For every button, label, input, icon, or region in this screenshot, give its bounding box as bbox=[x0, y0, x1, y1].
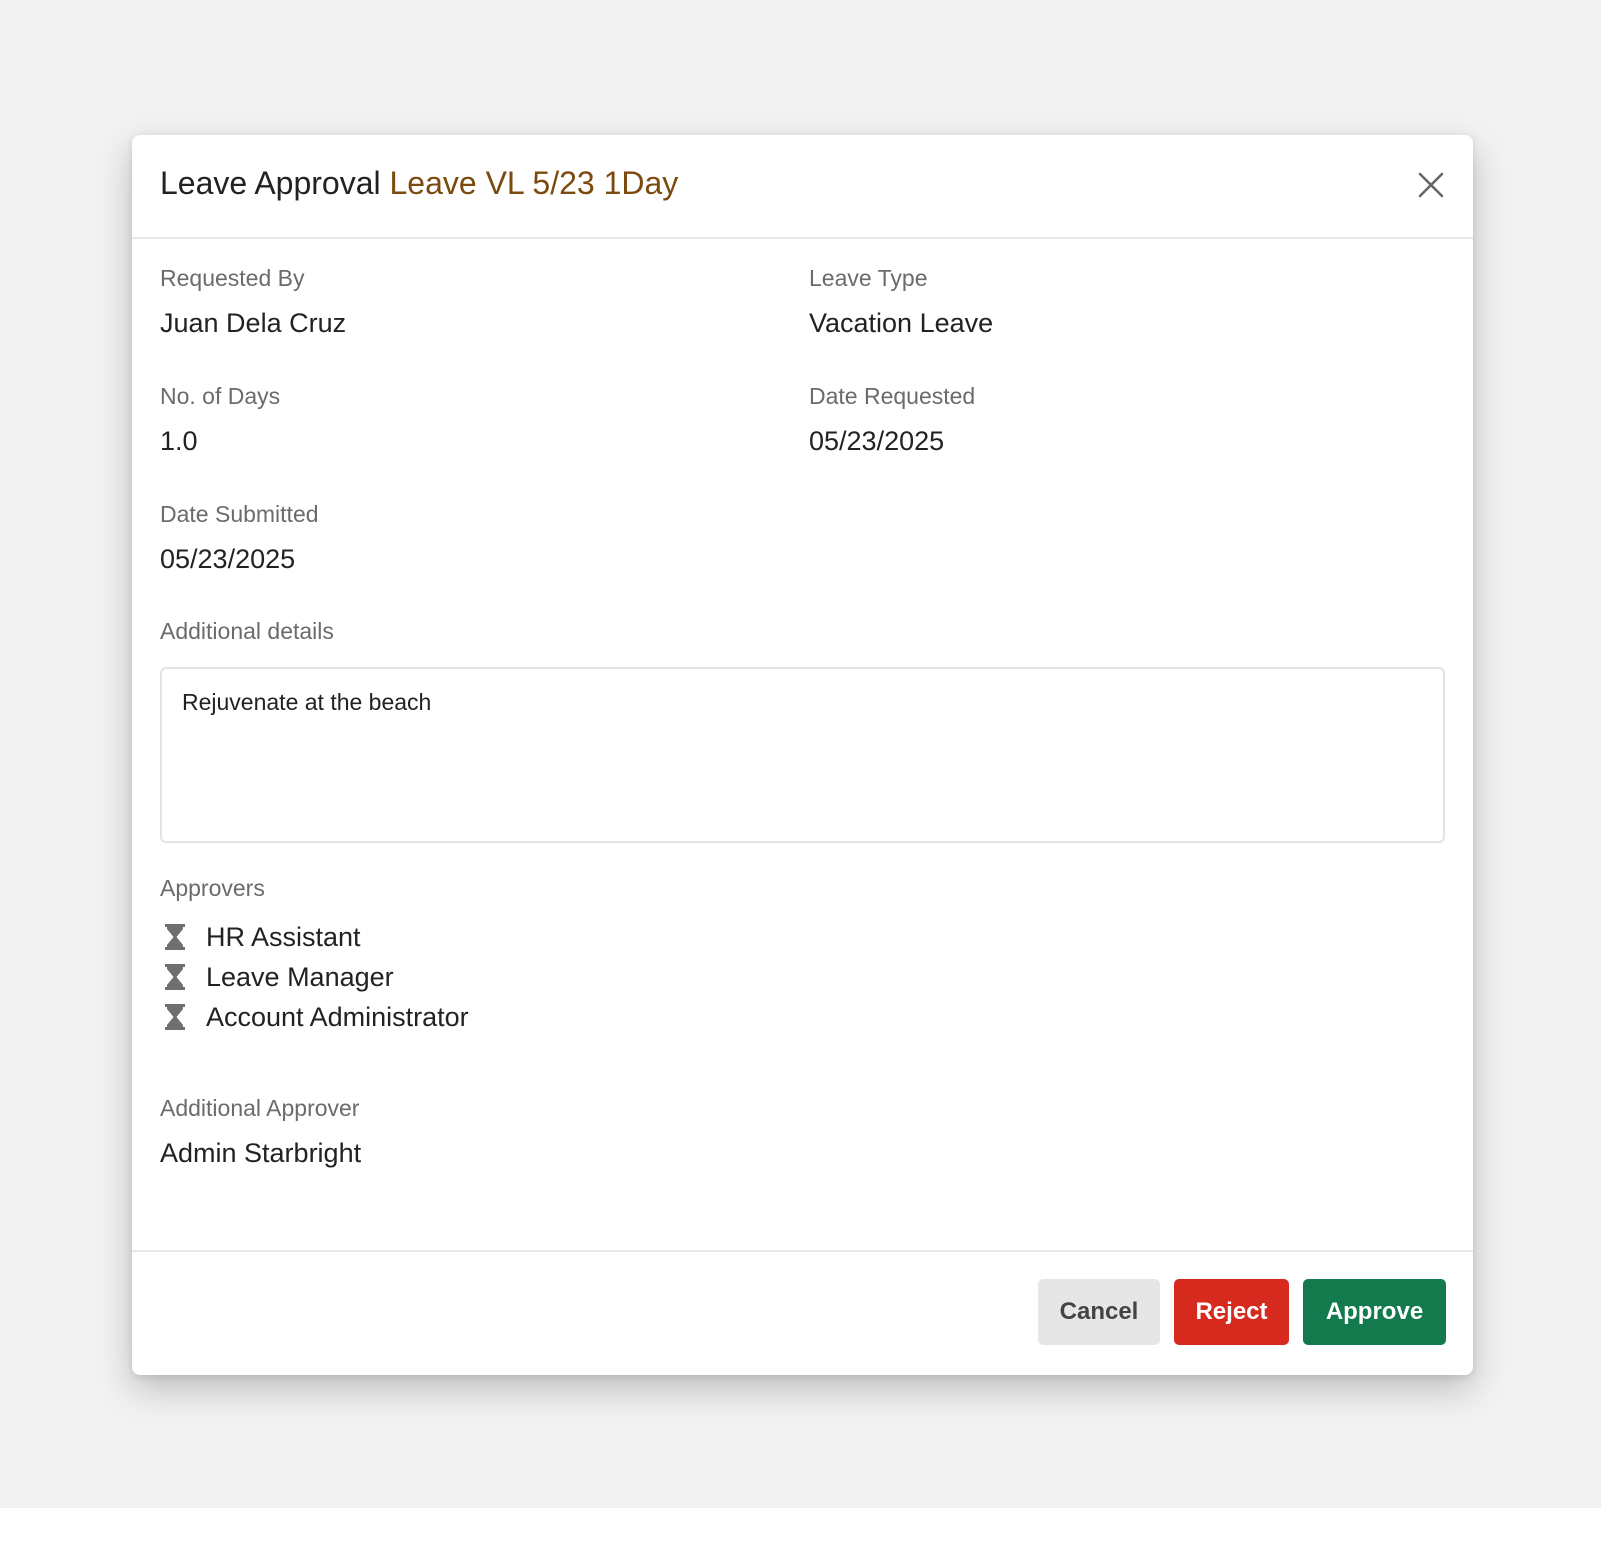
approve-button[interactable]: Approve bbox=[1303, 1279, 1446, 1345]
hourglass-icon bbox=[165, 924, 185, 950]
leave-type-value: Vacation Leave bbox=[809, 308, 994, 338]
approvers-label: Approvers bbox=[160, 875, 265, 901]
modal-title-text: Leave Approval bbox=[160, 165, 381, 201]
additional-approver-label: Additional Approver bbox=[160, 1095, 360, 1121]
approvers-section: Approvers bbox=[160, 875, 265, 902]
hourglass-icon bbox=[165, 964, 185, 990]
modal-footer: Cancel Reject Approve bbox=[132, 1250, 1473, 1375]
approver-name: Leave Manager bbox=[206, 961, 394, 992]
date-submitted-field: Date Submitted 05/23/2025 bbox=[160, 501, 319, 575]
no-of-days-label: No. of Days bbox=[160, 383, 281, 409]
date-requested-field: Date Requested 05/23/2025 bbox=[809, 383, 975, 457]
approver-name: HR Assistant bbox=[206, 921, 361, 952]
additional-details-textarea[interactable]: Rejuvenate at the beach bbox=[160, 667, 1445, 843]
leave-approval-modal: Leave Approval Leave VL 5/23 1Day Reques… bbox=[132, 135, 1473, 1375]
date-submitted-value: 05/23/2025 bbox=[160, 544, 296, 574]
leave-type-field: Leave Type Vacation Leave bbox=[809, 265, 993, 339]
additional-approver-field: Additional Approver Admin Starbright bbox=[160, 1095, 361, 1169]
modal-header: Leave Approval Leave VL 5/23 1Day bbox=[132, 135, 1473, 239]
close-button[interactable] bbox=[1411, 165, 1451, 205]
date-requested-label: Date Requested bbox=[809, 383, 976, 409]
modal-title: Leave Approval Leave VL 5/23 1Day bbox=[160, 165, 678, 202]
additional-details-field: Additional details bbox=[160, 618, 334, 645]
leave-name: Leave VL 5/23 1Day bbox=[389, 165, 679, 201]
additional-approver-value: Admin Starbright bbox=[160, 1138, 362, 1168]
approver-item: HR Assistant bbox=[160, 917, 469, 957]
no-of-days-field: No. of Days 1.0 bbox=[160, 383, 280, 457]
approver-item: Leave Manager bbox=[160, 957, 469, 997]
requested-by-value: Juan Dela Cruz bbox=[160, 308, 347, 338]
reject-button[interactable]: Reject bbox=[1174, 1279, 1289, 1345]
requested-by-label: Requested By bbox=[160, 265, 305, 291]
hourglass-icon bbox=[165, 1004, 185, 1030]
date-requested-value: 05/23/2025 bbox=[809, 426, 945, 456]
close-icon bbox=[1418, 172, 1444, 198]
requested-by-field: Requested By Juan Dela Cruz bbox=[160, 265, 346, 339]
additional-details-label: Additional details bbox=[160, 618, 334, 644]
approver-item: Account Administrator bbox=[160, 997, 469, 1037]
cancel-button[interactable]: Cancel bbox=[1038, 1279, 1160, 1345]
date-submitted-label: Date Submitted bbox=[160, 501, 319, 527]
no-of-days-value: 1.0 bbox=[160, 426, 198, 456]
approver-list: HR Assistant Leave Manager Account Admin… bbox=[160, 917, 469, 1037]
approver-name: Account Administrator bbox=[206, 1001, 469, 1032]
leave-type-label: Leave Type bbox=[809, 265, 928, 291]
